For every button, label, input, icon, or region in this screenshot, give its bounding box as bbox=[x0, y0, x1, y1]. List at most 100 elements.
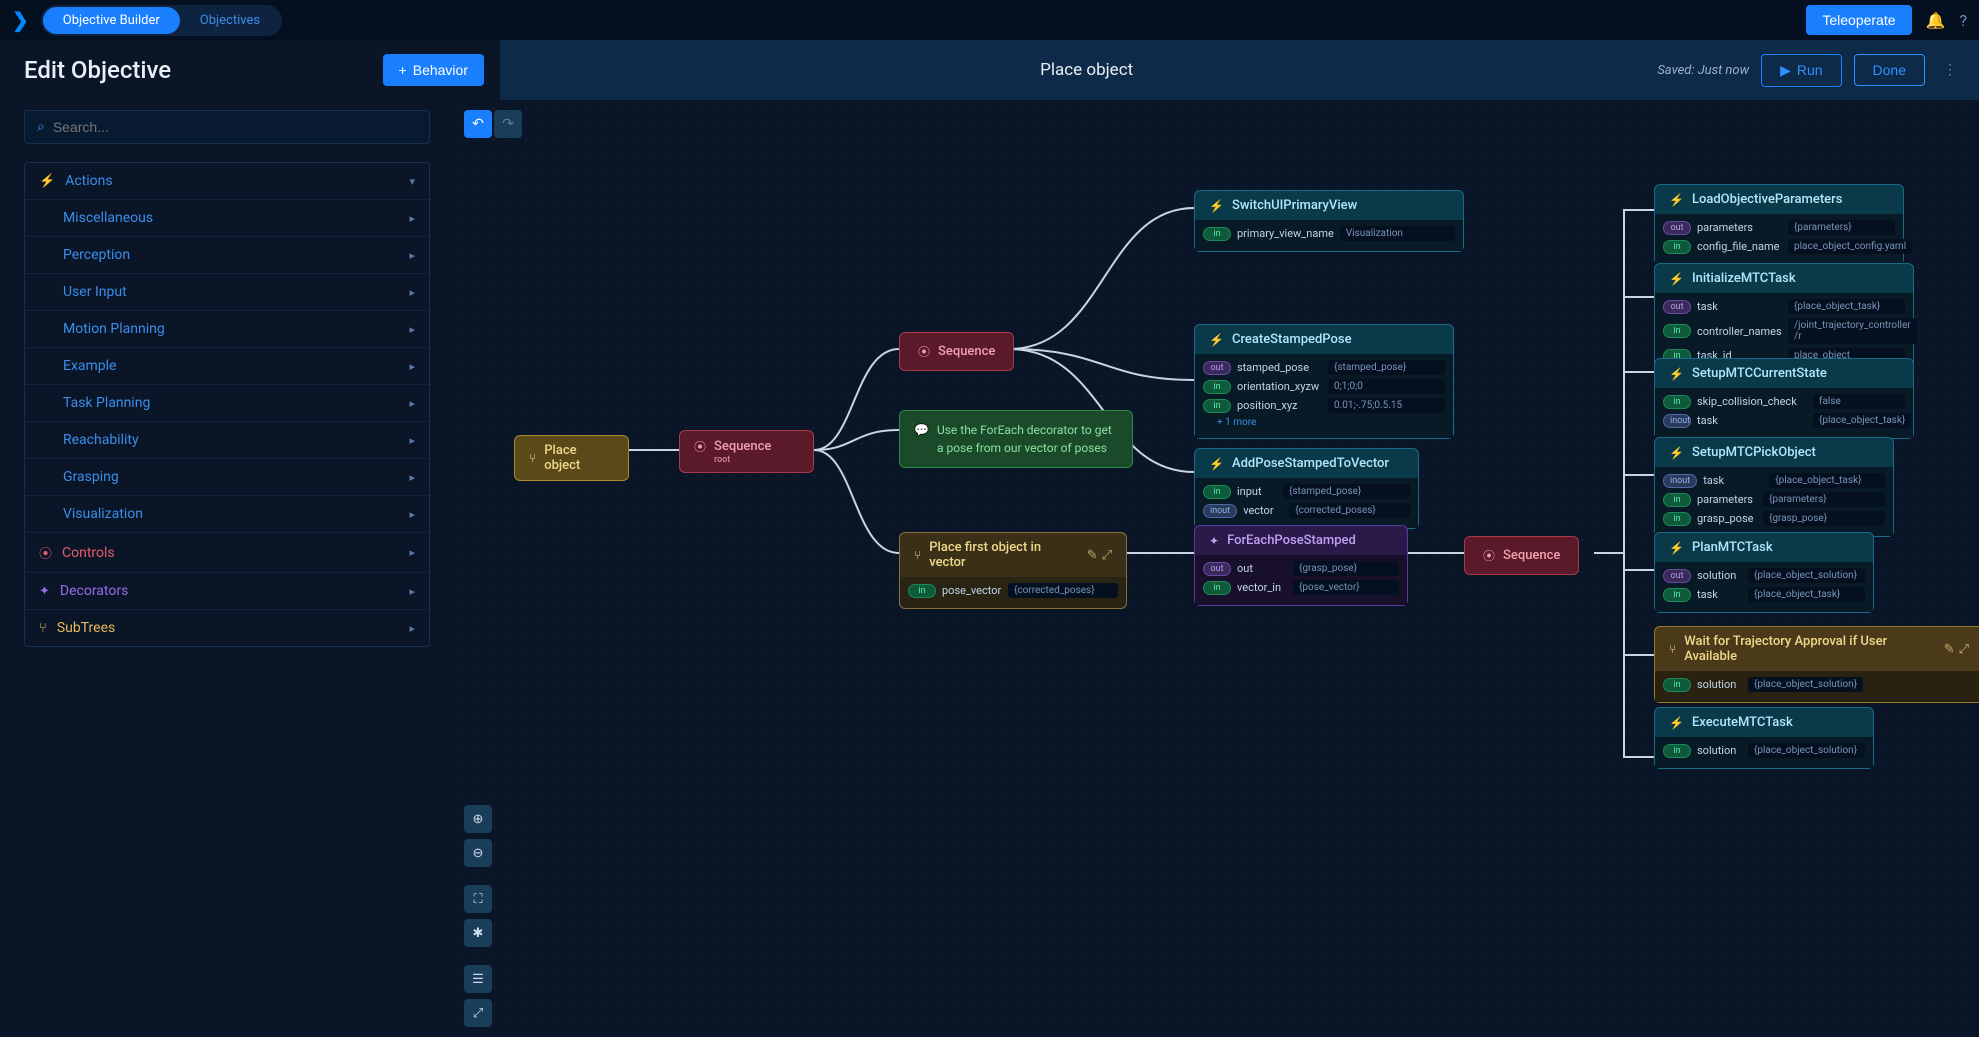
zoom-in-button[interactable]: ⊕ bbox=[464, 805, 492, 833]
node-add-pose[interactable]: ⚡AddPoseStampedToVector ininput{stamped_… bbox=[1194, 448, 1419, 529]
tree-visualization[interactable]: Visualization▸ bbox=[25, 496, 429, 533]
node-sequence-3[interactable]: ⦿Sequence bbox=[1464, 536, 1579, 575]
port-value[interactable]: {place_object_task} bbox=[1788, 299, 1905, 314]
expand-icon[interactable]: ⤢ bbox=[1102, 548, 1112, 563]
tree-misc[interactable]: Miscellaneous▸ bbox=[25, 200, 429, 237]
node-title: Sequence bbox=[938, 344, 995, 359]
tree-decorators[interactable]: ✦Decorators ▸ bbox=[25, 573, 429, 610]
port-value[interactable]: {place_object_task} bbox=[1748, 587, 1865, 602]
port-name: primary_view_name bbox=[1237, 227, 1334, 240]
search-box[interactable]: ⌕ bbox=[24, 110, 430, 144]
node-foreach[interactable]: ✦ForEachPoseStamped outout{grasp_pose} i… bbox=[1194, 525, 1408, 606]
edit-icon[interactable]: ✎ bbox=[1087, 548, 1098, 563]
node-place-first[interactable]: ⑂Place first object in vector✎⤢ inpose_v… bbox=[899, 532, 1127, 609]
node-execute-mtc[interactable]: ⚡ExecuteMTCTask insolution{place_object_… bbox=[1654, 707, 1874, 769]
port-value[interactable]: /joint_trajectory_controller /r bbox=[1788, 318, 1917, 344]
port-value[interactable]: {corrected_poses} bbox=[1289, 503, 1410, 518]
tree-perception[interactable]: Perception▸ bbox=[25, 237, 429, 274]
node-place-object[interactable]: ⑂Place object bbox=[514, 435, 629, 481]
port-value[interactable]: {place_object_solution} bbox=[1748, 568, 1865, 583]
zoom-out-button[interactable]: ⊖ bbox=[464, 839, 492, 867]
port-in-badge: in bbox=[1203, 485, 1231, 499]
node-title: InitializeMTCTask bbox=[1692, 271, 1796, 286]
port-value[interactable]: {place_object_task} bbox=[1813, 413, 1911, 428]
branch-icon: ⑂ bbox=[914, 548, 921, 562]
done-button[interactable]: Done bbox=[1854, 54, 1925, 86]
tree-controls[interactable]: ⦿Controls ▸ bbox=[25, 533, 429, 573]
tab-objective-builder[interactable]: Objective Builder bbox=[43, 7, 180, 34]
tree-actions[interactable]: ⚡Actions ▾ bbox=[25, 163, 429, 200]
port-in-badge: in bbox=[1663, 324, 1691, 338]
logo-icon[interactable]: ❯ bbox=[12, 8, 29, 32]
tree-grasping[interactable]: Grasping▸ bbox=[25, 459, 429, 496]
port-value[interactable]: 0.01;-.75;0.5.15 bbox=[1328, 398, 1445, 413]
help-icon[interactable]: ? bbox=[1959, 11, 1967, 30]
node-title: SetupMTCPickObject bbox=[1692, 445, 1816, 460]
graph-canvas[interactable]: ↶ ↷ ⊕ ⊖ ⛶ ✱ ☰ ⤢ bbox=[454, 100, 1979, 1037]
tree-user-input[interactable]: User Input▸ bbox=[25, 274, 429, 311]
port-name: grasp_pose bbox=[1697, 512, 1757, 525]
port-value[interactable]: Visualization bbox=[1340, 226, 1455, 241]
search-input[interactable] bbox=[53, 119, 417, 135]
more-ports-link[interactable]: + 1 more bbox=[1203, 415, 1445, 430]
port-in-badge: in bbox=[1203, 380, 1231, 394]
node-setup-pick[interactable]: ⚡SetupMTCPickObject inouttask{place_obje… bbox=[1654, 437, 1894, 537]
tree-perception-label: Perception bbox=[63, 247, 130, 263]
lightning-icon: ⚡ bbox=[1209, 333, 1224, 347]
node-setup-state[interactable]: ⚡SetupMTCCurrentState inskip_collision_c… bbox=[1654, 358, 1914, 439]
port-value[interactable]: {corrected_poses} bbox=[1008, 583, 1118, 598]
tab-objectives[interactable]: Objectives bbox=[180, 7, 280, 34]
port-value[interactable]: {pose_vector} bbox=[1293, 580, 1399, 595]
node-plan-mtc[interactable]: ⚡PlanMTCTask outsolution{place_object_so… bbox=[1654, 532, 1874, 613]
redo-button[interactable]: ↷ bbox=[494, 110, 522, 138]
node-create-pose[interactable]: ⚡CreateStampedPose outstamped_pose{stamp… bbox=[1194, 324, 1454, 439]
tree-controls-label: Controls bbox=[62, 545, 115, 561]
comment-text: Use the ForEach decorator to get a pose … bbox=[937, 421, 1118, 457]
node-sequence-inner[interactable]: ⦿Sequence bbox=[899, 332, 1014, 371]
edit-icon[interactable]: ✎ bbox=[1944, 642, 1955, 657]
search-icon: ⌕ bbox=[37, 119, 45, 135]
port-name: solution bbox=[1697, 678, 1742, 691]
bell-icon[interactable]: 🔔 bbox=[1926, 11, 1946, 30]
port-in-badge: in bbox=[1663, 493, 1691, 507]
port-value[interactable]: place_object_config.yaml bbox=[1788, 239, 1912, 254]
port-value[interactable]: {grasp_pose} bbox=[1293, 561, 1399, 576]
port-value[interactable]: false bbox=[1813, 394, 1905, 409]
node-title: ForEachPoseStamped bbox=[1227, 533, 1356, 548]
port-value[interactable]: {stamped_pose} bbox=[1328, 360, 1445, 375]
port-out-badge: out bbox=[1663, 221, 1691, 235]
port-value[interactable]: {place_object_solution} bbox=[1748, 743, 1865, 758]
more-icon[interactable]: ⋮ bbox=[1937, 62, 1963, 78]
fit-button[interactable]: ⛶ bbox=[464, 885, 492, 913]
port-value[interactable]: {parameters} bbox=[1788, 220, 1895, 235]
port-in-badge: in bbox=[1203, 581, 1231, 595]
expand-icon[interactable]: ⤢ bbox=[1959, 642, 1969, 657]
fullscreen-button[interactable]: ⤢ bbox=[464, 999, 492, 1027]
port-value[interactable]: {place_object_task} bbox=[1769, 473, 1885, 488]
teleoperate-button[interactable]: Teleoperate bbox=[1806, 5, 1911, 35]
port-value[interactable]: {stamped_pose} bbox=[1283, 484, 1410, 499]
edit-objective-title: Edit Objective bbox=[24, 56, 171, 84]
node-sequence-root[interactable]: ⦿Sequence root bbox=[679, 430, 814, 473]
node-load-params[interactable]: ⚡LoadObjectiveParameters outparameters{p… bbox=[1654, 184, 1904, 265]
tree-motion[interactable]: Motion Planning▸ bbox=[25, 311, 429, 348]
node-comment[interactable]: 💬 Use the ForEach decorator to get a pos… bbox=[899, 410, 1133, 468]
port-name: parameters bbox=[1697, 493, 1757, 506]
tree-subtrees[interactable]: ⑂SubTrees ▸ bbox=[25, 610, 429, 646]
port-value[interactable]: {parameters} bbox=[1763, 492, 1885, 507]
port-value[interactable]: 0;1;0;0 bbox=[1328, 379, 1445, 394]
list-button[interactable]: ☰ bbox=[464, 965, 492, 993]
port-value[interactable]: {place_object_solution} bbox=[1748, 677, 1863, 692]
behavior-label: Behavior bbox=[413, 62, 468, 78]
run-button[interactable]: ▶ Run bbox=[1761, 54, 1841, 87]
tree-example[interactable]: Example▸ bbox=[25, 348, 429, 385]
lightning-icon: ⚡ bbox=[1209, 457, 1224, 471]
collapse-button[interactable]: ✱ bbox=[464, 919, 492, 947]
node-switch-ui[interactable]: ⚡SwitchUIPrimaryView inprimary_view_name… bbox=[1194, 190, 1464, 252]
tree-reachability[interactable]: Reachability▸ bbox=[25, 422, 429, 459]
port-value[interactable]: {grasp_pose} bbox=[1763, 511, 1885, 526]
add-behavior-button[interactable]: + Behavior bbox=[383, 54, 484, 86]
undo-button[interactable]: ↶ bbox=[464, 110, 492, 138]
node-wait-approval[interactable]: ⑂Wait for Trajectory Approval if User Av… bbox=[1654, 626, 1979, 703]
tree-task-planning[interactable]: Task Planning▸ bbox=[25, 385, 429, 422]
